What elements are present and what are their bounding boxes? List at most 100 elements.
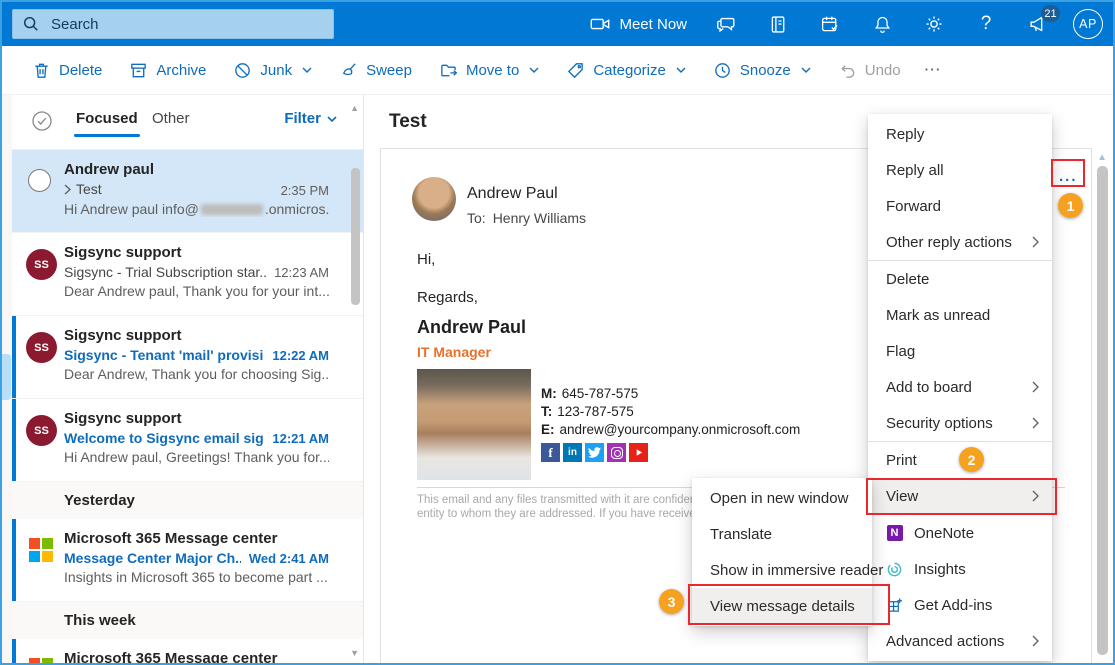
recipient-name[interactable]: Henry Williams: [493, 210, 586, 226]
mail-preview: Insights in Microsoft 365 to become part…: [64, 569, 329, 585]
settings-button[interactable]: [919, 9, 949, 39]
mail-sender: Sigsync support: [64, 327, 329, 344]
delete-button[interactable]: Delete: [32, 61, 102, 80]
header-actions: Meet Now: [589, 2, 1103, 46]
menu-item-security-options[interactable]: Security options: [868, 405, 1052, 441]
trash-icon: [32, 61, 51, 80]
block-icon: [233, 61, 252, 80]
mail-item-message-center-2[interactable]: Microsoft 365 Message center: [12, 639, 363, 665]
twitter-icon[interactable]: [585, 443, 604, 462]
body-closing: Regards,: [417, 289, 478, 306]
menu-item-reply[interactable]: Reply: [868, 116, 1052, 152]
facebook-icon[interactable]: f: [541, 443, 560, 462]
signature-email-address[interactable]: andrew@yourcompany.onmicrosoft.com: [560, 422, 801, 437]
folder-pane-handle[interactable]: [2, 354, 11, 400]
mail-item-sigsync-welcome[interactable]: SS Sigsync support Welcome to Sigsync em…: [12, 399, 363, 482]
tab-focused[interactable]: Focused: [76, 110, 138, 127]
notifications-button[interactable]: [867, 9, 897, 39]
menu-item-add-to-board[interactable]: Add to board: [868, 369, 1052, 405]
bell-icon: [872, 14, 893, 35]
folder-pane-collapsed: [2, 95, 12, 663]
menu-item-delete[interactable]: Delete: [868, 261, 1052, 297]
search-input[interactable]: [49, 15, 324, 34]
mail-subject: Welcome to Sigsync email sig...: [64, 430, 264, 446]
account-avatar[interactable]: AP: [1073, 9, 1103, 39]
message-list: Focused Other Filter Andrew paul Test 2:…: [12, 95, 363, 663]
expand-conversation-icon[interactable]: [64, 184, 71, 195]
reading-scroll-up-icon[interactable]: ▲: [1097, 152, 1107, 163]
message-subject: Test: [389, 111, 427, 133]
calendar-check-icon: [820, 14, 841, 35]
menu-item-get-add-ins[interactable]: Get Add-ins: [868, 587, 1052, 623]
menu-item-flag[interactable]: Flag: [868, 333, 1052, 369]
recipient-line: To:Henry Williams: [467, 210, 586, 226]
chevron-right-icon: [1032, 635, 1039, 647]
whats-new-button[interactable]: 21: [1023, 9, 1053, 39]
mail-item-test[interactable]: Andrew paul Test 2:35 PM Hi Andrew paul …: [12, 150, 363, 233]
categorize-button[interactable]: Categorize: [566, 61, 686, 80]
list-scroll-down-icon[interactable]: ▼: [350, 648, 359, 658]
chat-button[interactable]: [711, 9, 741, 39]
youtube-icon[interactable]: [629, 443, 648, 462]
outlook-window: Meet Now: [0, 0, 1115, 665]
instagram-icon[interactable]: [607, 443, 626, 462]
video-camera-icon: [589, 13, 611, 35]
menu-item-onenote[interactable]: N OneNote: [868, 515, 1052, 551]
question-mark-icon: ?: [981, 13, 992, 35]
menu-item-insights[interactable]: Insights: [868, 551, 1052, 587]
annotation-step-1-badge: 1: [1058, 193, 1083, 218]
signature-social-icons: f in: [541, 443, 648, 462]
notebook-button[interactable]: [763, 9, 793, 39]
avatar-ss: SS: [26, 332, 57, 363]
mail-time: 12:21 AM: [272, 431, 329, 446]
menu-item-other-reply-actions[interactable]: Other reply actions: [868, 224, 1052, 260]
clock-icon: [713, 61, 732, 80]
filter-button[interactable]: Filter: [284, 110, 337, 127]
sender-name[interactable]: Andrew Paul: [467, 185, 558, 203]
command-toolbar: Delete Archive Junk Sweep Move to: [2, 46, 1113, 95]
list-scrollbar-thumb[interactable]: [351, 168, 360, 305]
tasks-button[interactable]: [815, 9, 845, 39]
junk-button[interactable]: Junk: [233, 61, 312, 80]
mail-preview: Dear Andrew paul, Thank you for your int…: [64, 283, 329, 299]
notification-count-badge: 21: [1041, 5, 1060, 22]
undo-button[interactable]: Undo: [838, 61, 901, 80]
search-box[interactable]: [12, 9, 334, 39]
annotation-step-3-badge: 3: [659, 589, 684, 614]
sweep-button[interactable]: Sweep: [339, 61, 412, 80]
mail-item-sigsync-trial[interactable]: SS Sigsync support Sigsync - Trial Subsc…: [12, 233, 363, 316]
sender-photo[interactable]: [412, 177, 456, 221]
submenu-item-translate[interactable]: Translate: [692, 516, 872, 552]
menu-item-forward[interactable]: Forward: [868, 188, 1052, 224]
select-message-radio[interactable]: [28, 169, 51, 192]
signature-email: E:andrew@yourcompany.onmicrosoft.com: [541, 422, 800, 437]
mail-time: 12:23 AM: [274, 265, 329, 280]
linkedin-icon[interactable]: in: [563, 443, 582, 462]
submenu-item-open-in-new-window[interactable]: Open in new window: [692, 480, 872, 516]
chevron-right-icon: [1032, 236, 1039, 248]
mail-subject: Sigsync - Tenant 'mail' provisi...: [64, 347, 264, 363]
snooze-button[interactable]: Snooze: [713, 61, 811, 80]
signature-name: Andrew Paul: [417, 317, 526, 338]
onenote-icon: N: [887, 525, 903, 541]
move-to-button[interactable]: Move to: [439, 61, 539, 80]
folder-arrow-icon: [439, 61, 458, 80]
mail-item-sigsync-tenant[interactable]: SS Sigsync support Sigsync - Tenant 'mai…: [12, 316, 363, 399]
reading-scrollbar-thumb[interactable]: [1097, 166, 1108, 655]
menu-item-reply-all[interactable]: Reply all: [868, 152, 1052, 188]
menu-item-advanced-actions[interactable]: Advanced actions: [868, 623, 1052, 659]
list-scroll-up-icon[interactable]: ▲: [350, 103, 359, 113]
help-button[interactable]: ?: [971, 9, 1001, 39]
menu-item-mark-as-unread[interactable]: Mark as unread: [868, 297, 1052, 333]
archive-button[interactable]: Archive: [129, 61, 206, 80]
mail-time: 2:35 PM: [281, 183, 329, 198]
select-all-icon[interactable]: [30, 109, 54, 133]
mail-subject: Test: [64, 181, 273, 197]
notebook-icon: [768, 14, 789, 35]
signature-phone: T:123-787-575: [541, 404, 634, 419]
tab-other[interactable]: Other: [152, 110, 190, 127]
meet-now-button[interactable]: Meet Now: [589, 13, 687, 35]
mail-item-message-center[interactable]: Microsoft 365 Message center Message Cen…: [12, 519, 363, 602]
toolbar-more-button[interactable]: ⋯: [924, 60, 943, 80]
submenu-item-show-in-immersive-reader[interactable]: Show in immersive reader: [692, 552, 872, 588]
